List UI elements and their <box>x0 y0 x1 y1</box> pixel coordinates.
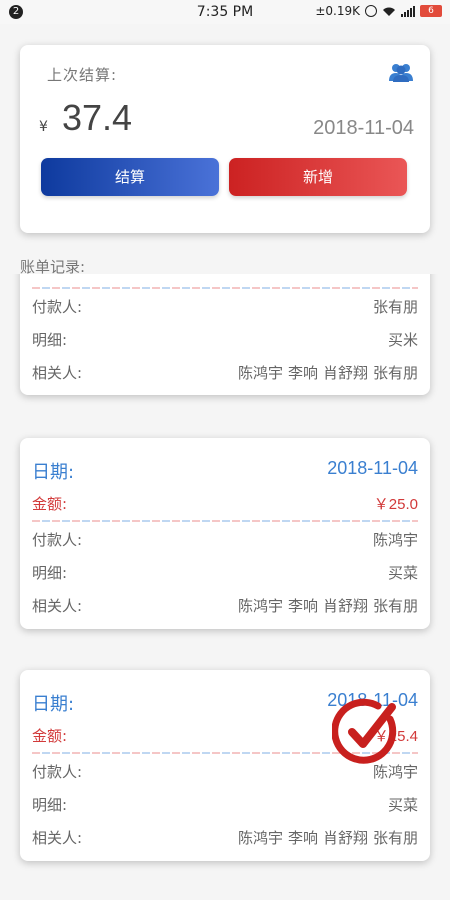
record-card[interactable]: 日期: 2018-11-04 金额: ￥25.0 付款人: 陈鸿宇 明细: 买菜… <box>20 438 430 629</box>
alarm-icon <box>365 5 377 17</box>
amount-label: 金额: <box>32 727 68 745</box>
record-related-row: 相关人: 陈鸿宇 李响 肖舒翔 张有朋 <box>32 362 418 386</box>
records-list[interactable]: 日期: 金额: 付款人: 张有朋 明细: 买米 相关人: 陈鸿宇李响肖舒翔张有朋… <box>0 274 450 900</box>
payer-label: 付款人: <box>32 531 83 549</box>
record-payer-row: 付款人: 张有朋 <box>32 296 418 320</box>
record-detail-row: 明细: 买菜 <box>32 794 418 818</box>
record-related-row: 相关人: 陈鸿宇 李响 肖舒翔 张有朋 <box>32 827 418 851</box>
record-divider <box>32 287 418 289</box>
related-person: 李响 <box>287 597 318 615</box>
status-indicators: ±0.19K 6 <box>315 4 442 18</box>
record-related-row: 相关人: 陈鸿宇 李响 肖舒翔 张有朋 <box>32 595 418 619</box>
record-payer: 张有朋 <box>372 298 418 316</box>
record-date: 2018-11-04 <box>327 458 418 478</box>
summary-card: 上次结算: ¥ 37.4 2018-11-04 结算 新增 <box>20 45 430 233</box>
payer-label: 付款人: <box>32 298 83 316</box>
related-label: 相关人: <box>32 829 83 847</box>
record-card[interactable]: 日期: 金额: 付款人: 张有朋 明细: 买米 相关人: 陈鸿宇李响肖舒翔张有朋 <box>20 274 430 395</box>
record-detail-row: 明细: 买米 <box>32 329 418 353</box>
related-person: 张有朋 <box>372 364 418 382</box>
record-detail: 买米 <box>387 331 418 349</box>
status-bar: 2 7:35 PM ±0.19K 6 <box>0 0 450 24</box>
settled-date: 2018-11-04 <box>313 117 414 139</box>
record-payer: 陈鸿宇 <box>372 531 418 549</box>
record-divider <box>32 520 418 522</box>
related-person: 李响 <box>287 364 318 382</box>
record-related-people: 陈鸿宇 李响 肖舒翔 张有朋 <box>233 595 418 616</box>
battery-icon: 6 <box>420 5 442 17</box>
network-speed: ±0.19K <box>315 4 360 18</box>
add-button[interactable]: 新增 <box>229 158 407 196</box>
date-label: 日期: <box>32 694 75 715</box>
related-person: 肖舒翔 <box>322 597 368 615</box>
record-payer-row: 付款人: 陈鸿宇 <box>32 529 418 553</box>
group-icon[interactable] <box>388 62 414 82</box>
currency-symbol: ¥ <box>39 119 48 135</box>
record-detail: 买菜 <box>387 796 418 814</box>
settled-amount: 37.4 <box>62 97 133 138</box>
check-stamp-icon <box>332 698 397 764</box>
payer-label: 付款人: <box>32 763 83 781</box>
record-related-people: 陈鸿宇 李响 肖舒翔 张有朋 <box>233 362 418 383</box>
record-related-people: 陈鸿宇 李响 肖舒翔 张有朋 <box>233 827 418 848</box>
related-person: 陈鸿宇 <box>237 597 283 615</box>
record-detail: 买菜 <box>387 564 418 582</box>
record-amount-row: 金额: ￥25.0 <box>32 493 418 517</box>
related-person: 肖舒翔 <box>322 829 368 847</box>
signal-icon <box>401 5 415 17</box>
related-label: 相关人: <box>32 364 83 382</box>
detail-label: 明细: <box>32 564 68 582</box>
record-detail-row: 明细: 买菜 <box>32 562 418 586</box>
summary-title: 上次结算: <box>47 66 118 84</box>
related-person: 李响 <box>287 829 318 847</box>
record-amount: ￥25.0 <box>373 496 418 513</box>
related-person: 陈鸿宇 <box>237 364 283 382</box>
related-person: 张有朋 <box>372 829 418 847</box>
wifi-icon <box>383 7 395 16</box>
amount-label: 金额: <box>32 495 68 513</box>
date-label: 日期: <box>32 462 75 483</box>
related-label: 相关人: <box>32 597 83 615</box>
detail-label: 明细: <box>32 331 68 349</box>
related-person: 陈鸿宇 <box>237 829 283 847</box>
detail-label: 明细: <box>32 796 68 814</box>
settle-button[interactable]: 结算 <box>41 158 219 196</box>
related-person: 肖舒翔 <box>322 364 368 382</box>
record-date-row: 日期: 2018-11-04 <box>32 458 418 483</box>
related-person: 张有朋 <box>372 597 418 615</box>
